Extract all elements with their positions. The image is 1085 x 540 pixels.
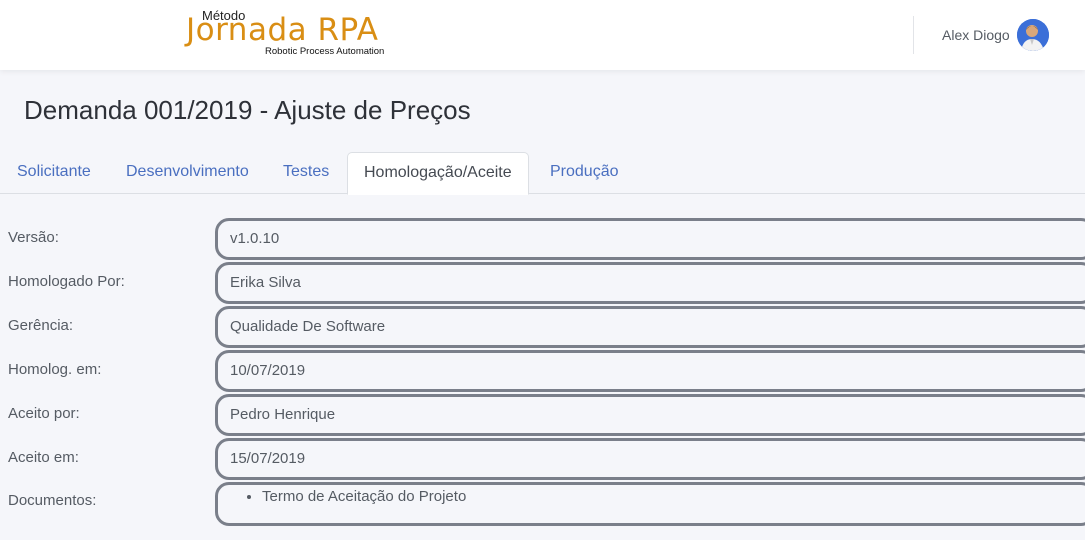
approved-by-label: Homologado Por: bbox=[8, 273, 125, 290]
logo-main-text: Jornada RPA bbox=[186, 12, 379, 48]
avatar-image bbox=[1017, 19, 1049, 51]
approved-on-field[interactable]: 10/07/2019 bbox=[215, 350, 1085, 392]
accepted-by-label: Aceito por: bbox=[8, 405, 80, 422]
logo-subtitle: Robotic Process Automation bbox=[265, 46, 385, 57]
top-navbar: Método Jornada RPA Robotic Process Autom… bbox=[0, 0, 1085, 70]
tab-bar: Solicitante Desenvolvimento Testes Homol… bbox=[0, 152, 1085, 195]
tab-desenvolvimento[interactable]: Desenvolvimento bbox=[126, 152, 249, 194]
tab-solicitante[interactable]: Solicitante bbox=[17, 152, 91, 194]
brand-logo[interactable]: Método Jornada RPA Robotic Process Autom… bbox=[186, 8, 396, 60]
user-name[interactable]: Alex Diogo bbox=[942, 27, 1010, 43]
documents-label: Documentos: bbox=[8, 492, 97, 509]
approved-by-field[interactable]: Erika Silva bbox=[215, 262, 1085, 304]
user-avatar[interactable] bbox=[1017, 19, 1049, 51]
tab-producao[interactable]: Produção bbox=[550, 152, 619, 194]
accepted-by-field[interactable]: Pedro Henrique bbox=[215, 394, 1085, 436]
version-label: Versão: bbox=[8, 229, 59, 246]
documents-field: Termo de Aceitação do Projeto bbox=[215, 482, 1085, 526]
document-link[interactable]: Termo de Aceitação do Projeto bbox=[262, 487, 1085, 507]
tab-testes[interactable]: Testes bbox=[283, 152, 329, 194]
approved-on-label: Homolog. em: bbox=[8, 361, 102, 378]
navbar-divider bbox=[913, 16, 914, 54]
version-field[interactable]: v1.0.10 bbox=[215, 218, 1085, 260]
accepted-on-label: Aceito em: bbox=[8, 449, 79, 466]
management-label: Gerência: bbox=[8, 317, 74, 334]
management-field[interactable]: Qualidade De Software bbox=[215, 306, 1085, 348]
documents-list: Termo de Aceitação do Projeto bbox=[230, 487, 1085, 507]
tab-homologacao-aceite[interactable]: Homologação/Aceite bbox=[347, 152, 529, 195]
page-title: Demanda 001/2019 - Ajuste de Preços bbox=[24, 95, 471, 125]
accepted-on-field[interactable]: 15/07/2019 bbox=[215, 438, 1085, 480]
